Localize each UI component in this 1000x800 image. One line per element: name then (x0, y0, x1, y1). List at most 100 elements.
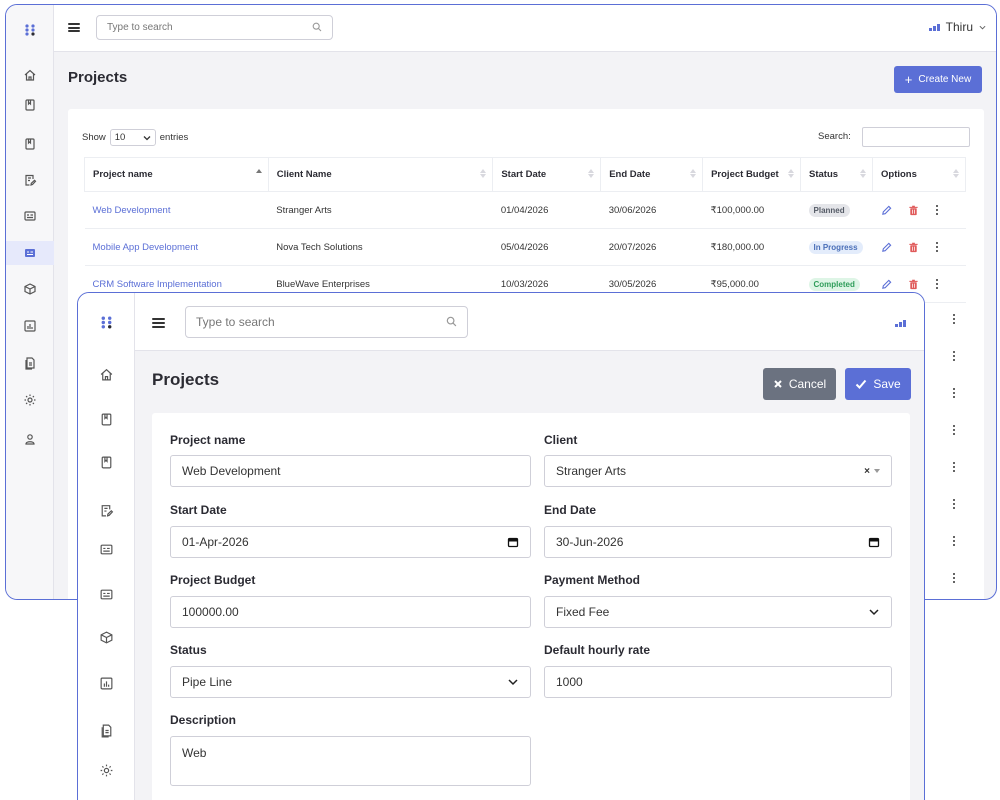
clear-icon[interactable]: × (864, 466, 870, 477)
box-icon[interactable] (78, 625, 135, 649)
project-name-cell[interactable]: Mobile App Development (84, 228, 269, 266)
table-search-input[interactable] (862, 127, 970, 147)
chart-icon[interactable] (6, 314, 54, 338)
book-icon[interactable] (6, 93, 54, 117)
row-options-icon[interactable] (952, 573, 956, 583)
project-name-label: Project name (170, 433, 246, 447)
column-header[interactable]: Status (800, 157, 873, 192)
trash-icon[interactable] (908, 242, 919, 253)
edit-note-icon[interactable] (6, 168, 54, 192)
sort-icon (953, 169, 959, 178)
status-badge: Planned (808, 203, 850, 217)
calendar-icon[interactable] (507, 536, 519, 548)
sort-icon (788, 169, 795, 178)
book-icon[interactable] (78, 407, 135, 431)
project-link[interactable]: CRM Software Implementation (93, 279, 222, 290)
user-menu[interactable]: Thiru (928, 20, 986, 34)
chevron-down-icon (979, 25, 986, 30)
status-cell: In Progress (800, 228, 873, 266)
box-icon[interactable] (6, 277, 54, 301)
company-logo (895, 319, 906, 327)
start-date-field[interactable]: 01-Apr-2026 (170, 526, 531, 558)
column-header[interactable]: Client Name (268, 157, 494, 192)
gear-icon[interactable] (78, 758, 135, 782)
row-options-icon[interactable] (952, 351, 956, 361)
project-name-field[interactable]: Web Development (170, 455, 531, 487)
pencil-icon[interactable] (881, 279, 892, 290)
card-icon[interactable] (6, 204, 54, 228)
project-form: Project name Web Development Client Stra… (152, 413, 910, 800)
calendar-icon[interactable] (868, 536, 880, 548)
home-icon[interactable] (6, 63, 54, 87)
client-label: Client (544, 433, 578, 447)
pencil-icon[interactable] (881, 205, 892, 216)
row-options-icon[interactable] (952, 462, 956, 472)
menu-icon[interactable] (68, 23, 80, 32)
trash-icon[interactable] (908, 279, 919, 290)
project-link[interactable]: Mobile App Development (93, 242, 199, 253)
table-row[interactable]: Mobile App Development Nova Tech Solution… (84, 228, 966, 266)
app-logo-icon[interactable] (6, 18, 54, 42)
options-cell (872, 191, 966, 229)
payment-method-label: Payment Method (544, 573, 641, 587)
row-options-icon[interactable] (935, 205, 939, 215)
project-link[interactable]: Web Development (93, 205, 171, 216)
entries-select[interactable]: 10 (109, 129, 156, 146)
row-options-icon[interactable] (935, 279, 939, 289)
table-search-label: Search: (818, 131, 851, 142)
book-icon[interactable] (78, 450, 135, 474)
entries-control: Show 10 entries (82, 129, 188, 146)
search-input[interactable] (96, 15, 333, 40)
end-date-field[interactable]: 30-Jun-2026 (544, 526, 892, 558)
save-button[interactable]: Save (845, 368, 911, 400)
page-title: Projects (152, 370, 220, 389)
status-badge: Completed (808, 277, 860, 291)
cancel-button[interactable]: Cancel (763, 368, 836, 400)
start-date-cell: 05/04/2026 (492, 228, 601, 266)
column-header[interactable]: Project name (84, 157, 269, 192)
card-icon[interactable] (78, 537, 135, 561)
document-icon[interactable] (78, 718, 135, 742)
create-new-button[interactable]: + Create New (894, 66, 982, 93)
description-textarea[interactable]: Web (170, 736, 531, 786)
column-header[interactable]: Options (872, 157, 966, 192)
row-options-icon[interactable] (952, 536, 956, 546)
chevron-down-icon (143, 135, 151, 140)
trash-icon[interactable] (908, 205, 919, 216)
card-icon[interactable] (6, 241, 54, 265)
client-select[interactable]: Stranger Arts × (544, 455, 892, 487)
row-options-icon[interactable] (952, 314, 956, 324)
edit-note-icon[interactable] (78, 498, 135, 522)
budget-field[interactable]: 100000.00 (170, 596, 531, 628)
projects-table: Project name Client Name Start Date End Dat… (84, 157, 966, 303)
status-select[interactable]: Pipe Line (170, 666, 531, 698)
row-options-icon[interactable] (952, 499, 956, 509)
table-row[interactable]: Web Development Stranger Arts 01/04/2026 30… (84, 191, 966, 229)
close-icon (774, 380, 782, 388)
gear-icon[interactable] (6, 388, 54, 412)
menu-icon[interactable] (152, 318, 165, 328)
app-logo-icon[interactable] (78, 310, 135, 334)
budget-label: Project Budget (170, 573, 256, 587)
chart-icon[interactable] (78, 671, 135, 695)
home-icon[interactable] (78, 362, 135, 386)
row-options-icon[interactable] (952, 388, 956, 398)
hourly-rate-label: Default hourly rate (544, 643, 651, 657)
hourly-rate-field[interactable]: 1000 (544, 666, 892, 698)
column-header[interactable]: End Date (600, 157, 704, 192)
chevron-down-icon (869, 609, 879, 616)
book-icon[interactable] (6, 132, 54, 156)
user-icon[interactable] (6, 427, 54, 451)
search-input[interactable] (185, 306, 468, 338)
pencil-icon[interactable] (881, 242, 892, 253)
column-header[interactable]: Project Budget (702, 157, 802, 192)
payment-method-select[interactable]: Fixed Fee (544, 596, 892, 628)
row-options-icon[interactable] (952, 425, 956, 435)
project-name-cell[interactable]: Web Development (84, 191, 269, 229)
check-icon (856, 379, 867, 389)
card-icon[interactable] (78, 582, 135, 606)
caret-down-icon (874, 469, 880, 473)
document-icon[interactable] (6, 351, 54, 375)
row-options-icon[interactable] (935, 242, 939, 252)
column-header[interactable]: Start Date (492, 157, 602, 192)
